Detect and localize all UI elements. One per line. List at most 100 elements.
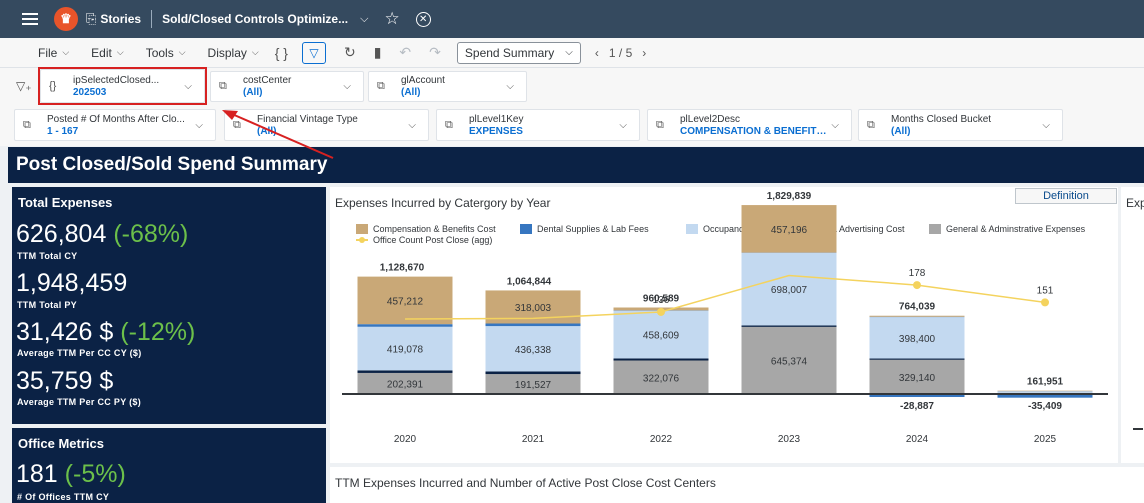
- kpi-value: 181 (-5%): [16, 460, 126, 489]
- total-label: 764,039: [899, 302, 936, 313]
- chevron-down-icon: ⌵: [506, 81, 514, 92]
- kpi-number: 181: [16, 460, 58, 488]
- kpi-change: (-5%): [64, 460, 126, 488]
- page-select[interactable]: Spend Summary ⌵: [456, 41, 581, 64]
- chevron-down-icon: ⌵: [1042, 119, 1050, 131]
- axis-tick: [1133, 428, 1143, 430]
- menu-tools[interactable]: Tools ⌵: [146, 46, 186, 60]
- undo-icon[interactable]: ↶: [399, 44, 411, 61]
- data-label: 457,212: [387, 296, 424, 307]
- chevron-down-icon: ⌵: [408, 119, 416, 131]
- x-tick-label: 2021: [522, 434, 545, 445]
- page-title: Post Closed/Sold Spend Summary: [16, 154, 328, 175]
- filter-value: COMPENSATION & BENEFITS...: [680, 125, 832, 137]
- filter-costcenter[interactable]: ⧉ costCenter (All) ⌵: [210, 71, 364, 102]
- menu-file[interactable]: File ⌵: [38, 46, 69, 60]
- app-name[interactable]: Stories: [100, 12, 141, 26]
- line-point-label: 136: [653, 295, 670, 306]
- dimension-icon: ⧉: [23, 118, 31, 131]
- kpi-change: (-12%): [120, 318, 196, 346]
- redo-icon[interactable]: ↷: [429, 44, 441, 61]
- menu-edit[interactable]: Edit ⌵: [91, 46, 124, 60]
- bar-segment: [997, 391, 1093, 393]
- shell-bar: ♛ ⎘ Stories Sold/Closed Controls Optimiz…: [0, 0, 1144, 38]
- filter-icon[interactable]: ▽: [301, 41, 326, 64]
- data-label: 458,609: [643, 331, 680, 342]
- bookmark-icon[interactable]: ▮: [374, 44, 382, 61]
- chevron-down-icon: ⌵: [251, 47, 259, 57]
- menu-label: Tools: [145, 45, 174, 60]
- filter-months-closed-bucket[interactable]: ⧉ Months Closed Bucket (All) ⌵: [858, 109, 1063, 141]
- data-label: 329,140: [899, 373, 936, 384]
- page-banner: Post Closed/Sold Spend Summary: [8, 147, 1144, 183]
- filter-financial-vintage[interactable]: ⧉ Financial Vintage Type (All) ⌵: [224, 109, 429, 141]
- kpi-number: 1,948,459: [16, 269, 128, 297]
- stacked-bar-chart: 202,391 419,078 457,212 1,128,670 2020 191,52…: [342, 191, 1108, 445]
- kpi-heading: Office Metrics: [18, 436, 104, 451]
- next-page-icon[interactable]: ›: [642, 46, 646, 60]
- filter-value: EXPENSES: [469, 125, 523, 137]
- filter-posted-months[interactable]: ⧉ Posted # Of Months After Clo... 1 - 167…: [14, 109, 216, 141]
- kpi-total-expenses: Total Expenses 626,804 (-68%) TTM Total …: [12, 187, 326, 424]
- refresh-icon[interactable]: ↻: [344, 44, 356, 61]
- kpi-value: 31,426 $ (-12%): [16, 318, 195, 347]
- filter-value: (All): [401, 87, 421, 98]
- bar-segment: [357, 324, 453, 327]
- total-label: 1,064,844: [507, 276, 552, 287]
- total-label: 161,951: [1027, 377, 1064, 388]
- menu-display[interactable]: Display ⌵: [208, 46, 259, 60]
- data-label: 398,400: [899, 334, 936, 345]
- x-tick-label: 2020: [394, 434, 417, 445]
- filter-value: (All): [891, 125, 911, 137]
- variables-icon[interactable]: { }: [275, 45, 288, 61]
- x-tick-label: 2025: [1034, 434, 1057, 445]
- dimension-icon: ⧉: [377, 80, 385, 92]
- story-title[interactable]: Sold/Closed Controls Optimize...: [162, 12, 348, 26]
- kpi-number: 31,426 $: [16, 318, 114, 346]
- data-label: 457,196: [771, 225, 808, 236]
- expenses-chart-panel: Expenses Incurred by Catergory by Year D…: [330, 187, 1118, 463]
- filter-name: Financial Vintage Type: [257, 113, 358, 125]
- kpi-label: Average TTM Per CC PY ($): [17, 397, 142, 407]
- negative-label: -28,887: [900, 401, 934, 412]
- filter-glaccount[interactable]: ⧉ glAccount (All) ⌵: [368, 71, 527, 102]
- chevron-down-icon[interactable]: ⌵: [360, 13, 368, 26]
- data-label: 698,007: [771, 285, 808, 296]
- line-point: [1041, 298, 1049, 307]
- total-label: 1,128,670: [380, 263, 425, 274]
- right-chart-panel: Exp: [1121, 187, 1144, 463]
- toolbar: File ⌵ Edit ⌵ Tools ⌵ Display ⌵ { } ▽ ↻ ▮ ↶ …: [0, 38, 1144, 68]
- chevron-down-icon: ⌵: [62, 47, 70, 57]
- x-tick-label: 2023: [778, 434, 801, 445]
- filter-add-icon[interactable]: ▽₊: [16, 79, 32, 93]
- kpi-heading: Total Expenses: [18, 195, 113, 210]
- kpi-label: # Of Offices TTM CY: [17, 492, 110, 502]
- bar-segment: [869, 358, 965, 360]
- data-label: 318,003: [515, 303, 552, 314]
- close-icon[interactable]: ✕: [415, 11, 431, 27]
- dimension-icon: ⧉: [233, 118, 241, 131]
- prev-page-icon[interactable]: ‹: [595, 46, 599, 60]
- filter-pllevel2desc[interactable]: ⧉ plLevel2Desc COMPENSATION & BENEFITS...…: [647, 109, 852, 141]
- chevron-down-icon: ⌵: [178, 47, 186, 57]
- chevron-down-icon: ⌵: [619, 119, 627, 131]
- filter-name: plLevel2Desc: [680, 113, 741, 125]
- kpi-label: Average TTM Per CC CY ($): [17, 348, 142, 358]
- app-logo[interactable]: ♛: [54, 7, 78, 31]
- dimension-icon: ⧉: [219, 80, 227, 92]
- filter-pllevel1key[interactable]: ⧉ plLevel1Key EXPENSES ⌵: [436, 109, 640, 141]
- highlight-box: [38, 67, 207, 105]
- chevron-down-icon: ⌵: [195, 119, 203, 131]
- data-label: 645,374: [771, 356, 808, 367]
- menu-icon[interactable]: [22, 13, 38, 25]
- filter-name: Months Closed Bucket: [891, 113, 992, 125]
- bar-segment: [485, 371, 581, 375]
- star-icon[interactable]: ☆: [384, 9, 399, 29]
- kpi-label: TTM Total PY: [17, 300, 77, 310]
- kpi-number: 35,759 $: [16, 367, 114, 395]
- stories-icon: ⎘: [86, 11, 97, 26]
- data-label: 191,527: [515, 380, 552, 391]
- dimension-icon: ⧉: [867, 118, 875, 131]
- kpi-office-metrics: Office Metrics 181 (-5%) # Of Offices TT…: [12, 428, 326, 503]
- line-point: [657, 307, 665, 316]
